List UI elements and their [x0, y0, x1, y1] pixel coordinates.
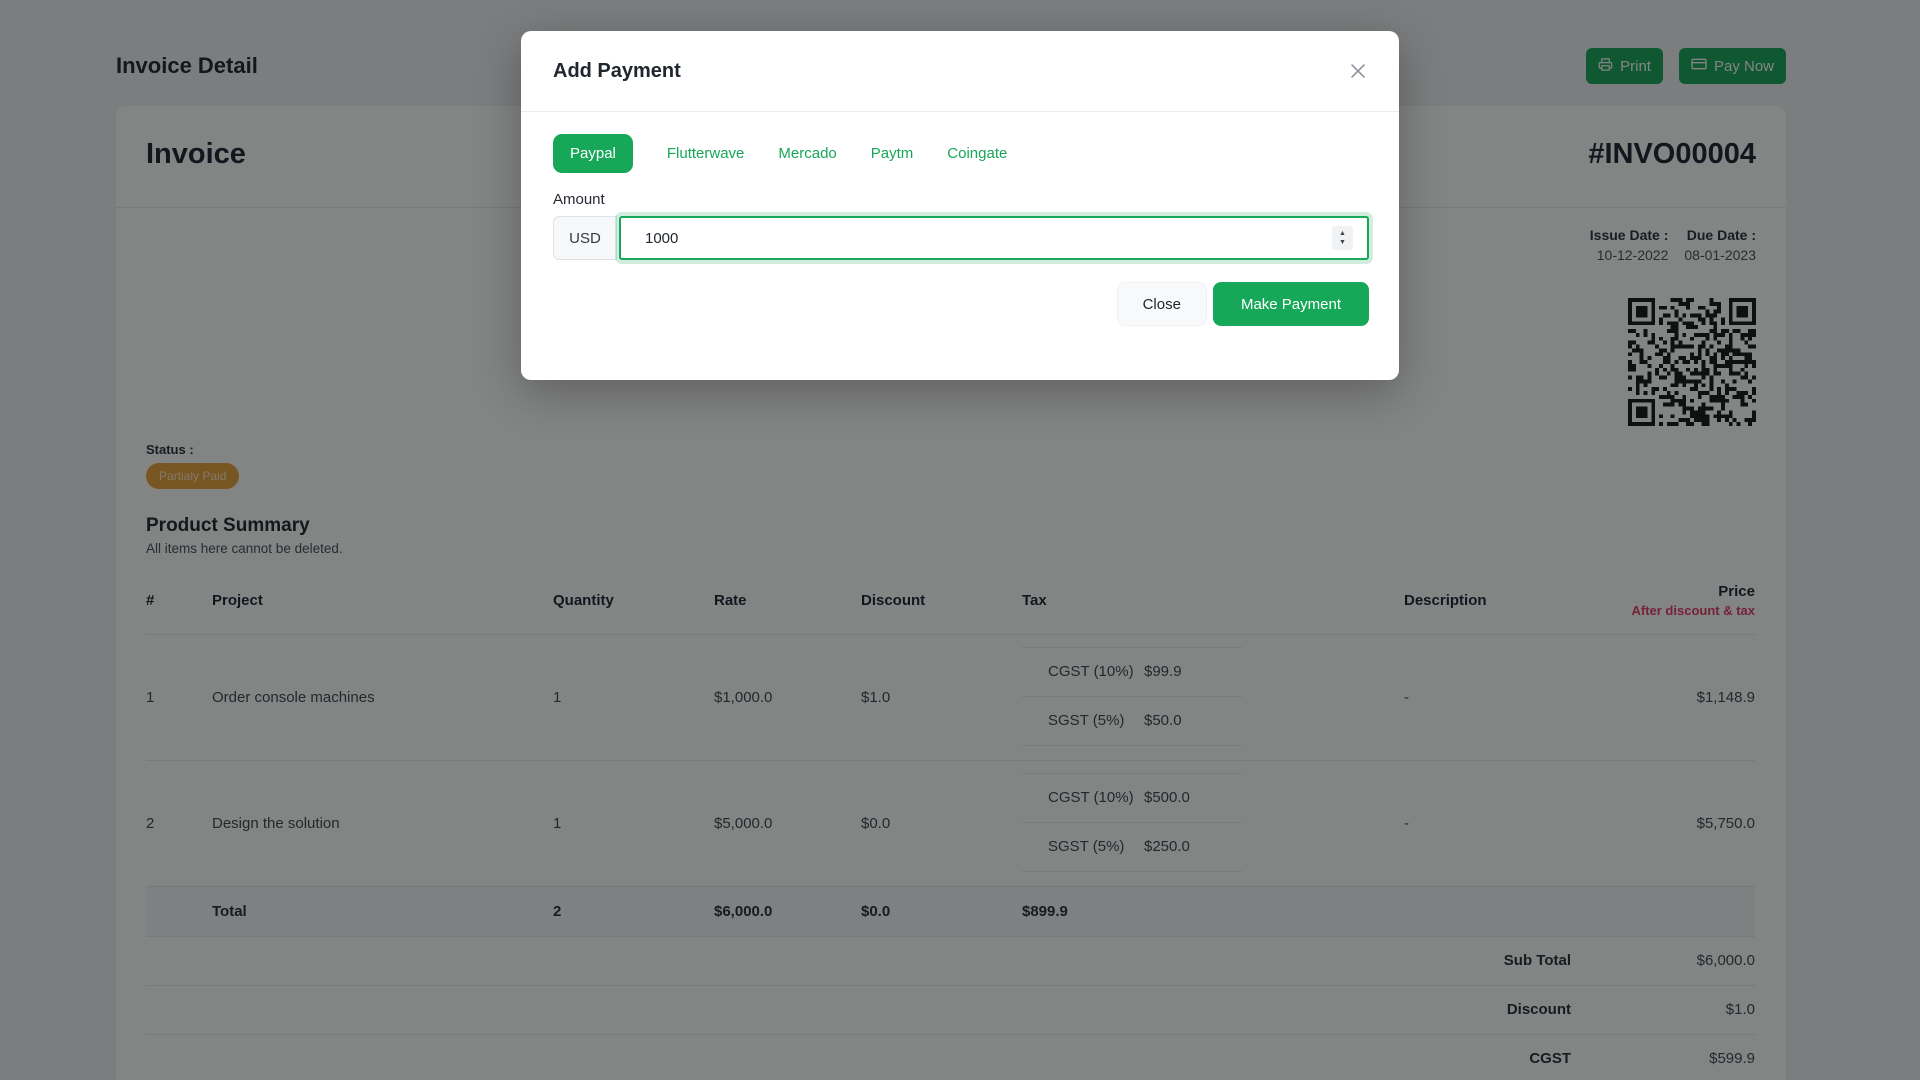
close-button[interactable]: Close	[1117, 282, 1207, 326]
make-payment-button[interactable]: Make Payment	[1213, 282, 1369, 326]
tab-coingate[interactable]: Coingate	[947, 145, 1007, 162]
tab-paytm[interactable]: Paytm	[871, 145, 914, 162]
modal-title: Add Payment	[553, 60, 681, 83]
modal-footer: Close Make Payment	[521, 260, 1399, 380]
spinner-down-icon[interactable]: ▼	[1339, 239, 1346, 246]
amount-input-group: USD ▲ ▼	[553, 216, 1369, 260]
tab-paypal[interactable]: Paypal	[553, 134, 633, 173]
payment-method-tabs: Paypal Flutterwave Mercado Paytm Coingat…	[553, 134, 1369, 173]
number-spinner: ▲ ▼	[1332, 226, 1353, 250]
modal-body: Paypal Flutterwave Mercado Paytm Coingat…	[521, 112, 1399, 260]
modal-header: Add Payment	[521, 31, 1399, 112]
currency-prefix: USD	[553, 216, 617, 260]
add-payment-modal: Add Payment Paypal Flutterwave Mercado P…	[521, 31, 1399, 380]
close-icon[interactable]	[1341, 54, 1375, 88]
spinner-up-icon[interactable]: ▲	[1339, 230, 1346, 237]
tab-mercado[interactable]: Mercado	[778, 145, 836, 162]
tab-flutterwave[interactable]: Flutterwave	[667, 145, 745, 162]
amount-input[interactable]	[619, 216, 1369, 260]
amount-label: Amount	[553, 191, 1369, 208]
